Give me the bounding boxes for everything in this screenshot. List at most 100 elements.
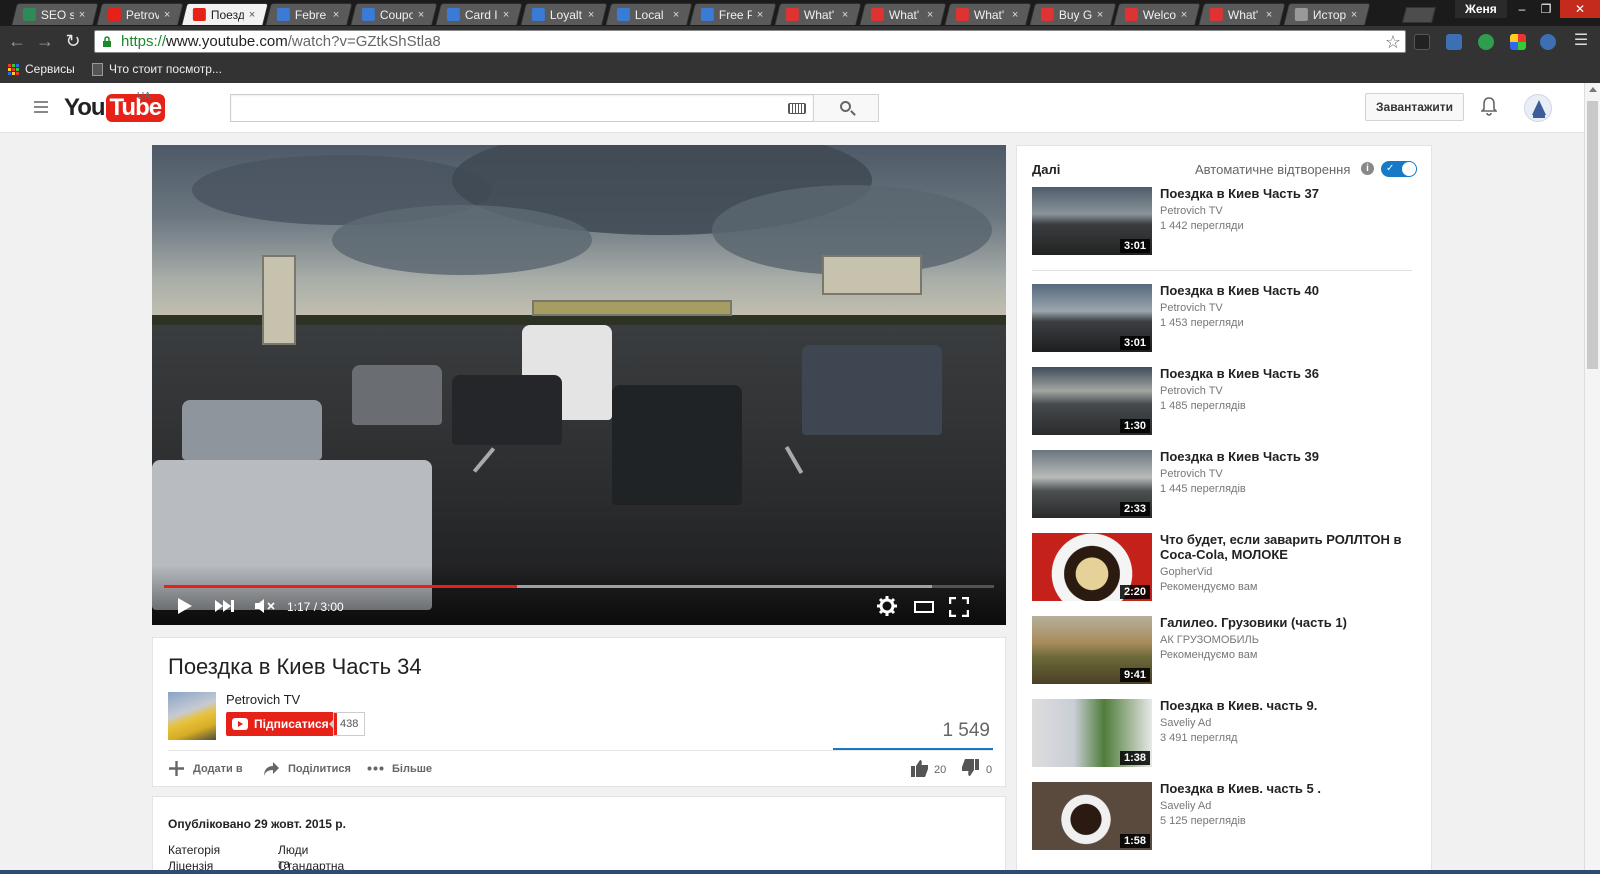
extension-screen-icon[interactable] xyxy=(1446,34,1462,50)
video-title-link[interactable]: Поездка в Киев Часть 39 xyxy=(1160,449,1410,464)
browser-tab[interactable]: Welco × xyxy=(1113,3,1201,25)
browser-tab[interactable]: What' × xyxy=(1198,3,1286,25)
tab-close-icon[interactable]: × xyxy=(1266,9,1276,21)
muted-volume-icon[interactable] xyxy=(255,598,277,614)
video-title-link[interactable]: Поездка в Киев. часть 5 . xyxy=(1160,781,1410,796)
scrollbar-thumb[interactable] xyxy=(1587,101,1598,369)
extension-globe-icon[interactable] xyxy=(1478,34,1494,50)
video-title-link[interactable]: Поездка в Киев Часть 37 xyxy=(1160,186,1410,201)
tab-close-icon[interactable]: × xyxy=(1012,9,1022,21)
tab-close-icon[interactable]: × xyxy=(1181,9,1191,21)
channel-name-link[interactable]: Petrovich TV xyxy=(226,692,300,707)
video-title-link[interactable]: Поездка в Киев Часть 36 xyxy=(1160,366,1410,381)
related-video[interactable]: 1:30 Поездка в Киев Часть 36 Petrovich TV 1… xyxy=(1032,366,1422,437)
back-icon[interactable]: ← xyxy=(6,31,28,53)
restore-icon[interactable]: ❐ xyxy=(1534,0,1558,18)
related-video[interactable]: 1:58 Поездка в Киев. часть 5 . Saveliy Ad 5… xyxy=(1032,781,1422,852)
more-button[interactable]: Більше xyxy=(367,760,432,777)
video-title-link[interactable]: Поездка в Киев. часть 9. xyxy=(1160,698,1410,713)
tab-close-icon[interactable]: × xyxy=(1097,9,1107,21)
tab-close-icon[interactable]: × xyxy=(673,9,683,21)
tab-close-icon[interactable]: × xyxy=(1351,9,1361,21)
tab-close-icon[interactable]: × xyxy=(588,9,598,21)
browser-tab[interactable]: Local × xyxy=(605,3,693,25)
next-video-icon[interactable] xyxy=(215,600,235,612)
account-avatar[interactable] xyxy=(1524,94,1552,122)
tab-close-icon[interactable]: × xyxy=(927,9,937,21)
up-next-video[interactable]: 3:01 Поездка в Киев Часть 37 Petrovich T… xyxy=(1032,186,1422,257)
video-thumbnail[interactable]: 2:20 xyxy=(1032,533,1152,601)
related-video[interactable]: 2:20 Что будет, если заварить РОЛЛТОН в C… xyxy=(1032,532,1422,603)
fullscreen-icon[interactable] xyxy=(949,597,969,617)
extension-puzzle-icon[interactable] xyxy=(1510,34,1526,50)
video-thumbnail[interactable]: 1:58 xyxy=(1032,782,1152,850)
new-tab-button[interactable] xyxy=(1402,7,1436,23)
browser-tab[interactable]: Loyalt × xyxy=(520,3,608,25)
browser-tab[interactable]: What' × xyxy=(944,3,1032,25)
video-title-link[interactable]: Галилео. Грузовики (часть 1) xyxy=(1160,615,1410,630)
theater-mode-icon[interactable] xyxy=(914,601,934,613)
subscribe-button[interactable]: Підписатися xyxy=(226,712,337,736)
video-thumbnail[interactable]: 9:41 xyxy=(1032,616,1152,684)
search-button[interactable] xyxy=(813,94,879,122)
search-input[interactable] xyxy=(230,94,814,122)
tab-close-icon[interactable]: × xyxy=(757,9,767,21)
info-icon[interactable]: i xyxy=(1361,162,1374,175)
autoplay-toggle[interactable]: ✓ xyxy=(1381,161,1417,177)
video-thumbnail[interactable]: 1:38 xyxy=(1032,699,1152,767)
browser-tab[interactable]: SEO sp × xyxy=(11,3,99,25)
reload-icon[interactable]: ↻ xyxy=(62,31,84,53)
browser-tab[interactable]: What' × xyxy=(774,3,862,25)
tab-close-icon[interactable]: × xyxy=(249,9,259,21)
video-title-link[interactable]: Поездка в Киев Часть 40 xyxy=(1160,283,1410,298)
channel-avatar[interactable] xyxy=(168,692,216,740)
tab-close-icon[interactable]: × xyxy=(79,9,89,21)
bookmark-page[interactable]: Что стоит посмотр... xyxy=(92,62,222,76)
notifications-bell-icon[interactable] xyxy=(1481,96,1497,116)
scroll-up-icon[interactable] xyxy=(1589,87,1597,92)
play-icon[interactable] xyxy=(178,598,192,614)
browser-menu-icon[interactable]: ☰ xyxy=(1570,31,1592,53)
related-video[interactable]: 9:41 Галилео. Грузовики (часть 1) АК ГРУЗО… xyxy=(1032,615,1422,686)
extension-badge-icon[interactable] xyxy=(1540,34,1556,50)
bookmark-apps[interactable]: Сервисы xyxy=(8,62,75,76)
tab-close-icon[interactable]: × xyxy=(418,9,428,21)
share-button[interactable]: Поділитися xyxy=(263,760,351,777)
thumbs-down-icon[interactable] xyxy=(961,759,979,777)
video-thumbnail[interactable]: 2:33 xyxy=(1032,450,1152,518)
related-video[interactable]: 2:33 Поездка в Киев Часть 39 Petrovich TV 1… xyxy=(1032,449,1422,520)
guide-menu-icon[interactable] xyxy=(34,101,48,116)
tab-close-icon[interactable]: × xyxy=(333,9,343,21)
video-title-link[interactable]: Что будет, если заварить РОЛЛТОН в Coca-… xyxy=(1160,532,1410,562)
browser-tab[interactable]: What' × xyxy=(859,3,947,25)
tab-close-icon[interactable]: × xyxy=(164,9,174,21)
video-player[interactable]: 1:17 / 3:00 xyxy=(152,145,1006,625)
keyboard-icon[interactable] xyxy=(788,103,806,114)
tab-close-icon[interactable]: × xyxy=(503,9,513,21)
browser-tab[interactable]: Истор × xyxy=(1283,3,1371,25)
browser-tab[interactable]: Buy G × xyxy=(1029,3,1117,25)
add-to-button[interactable]: Додати в xyxy=(168,760,243,777)
seek-bar[interactable] xyxy=(164,585,994,588)
related-video[interactable]: 3:01 Поездка в Киев Часть 40 Petrovich TV 1… xyxy=(1032,283,1422,354)
browser-tab[interactable]: Coupo × xyxy=(350,3,438,25)
page-scrollbar[interactable] xyxy=(1584,83,1600,870)
bookmark-star-icon[interactable]: ☆ xyxy=(1385,31,1401,53)
browser-tab[interactable]: Free P × xyxy=(689,3,777,25)
address-bar[interactable]: https://www.youtube.com/watch?v=GZtkShSt… xyxy=(94,30,1406,53)
youtube-logo[interactable]: You Tube UA xyxy=(64,91,166,123)
settings-gear-icon[interactable] xyxy=(877,596,897,616)
forward-icon[interactable]: → xyxy=(34,31,56,53)
minimize-icon[interactable]: – xyxy=(1510,0,1534,18)
close-window-icon[interactable]: ✕ xyxy=(1560,0,1600,18)
thumbs-up-icon[interactable] xyxy=(911,759,929,777)
browser-tab[interactable]: Поезд × xyxy=(181,3,269,25)
browser-tab[interactable]: Card I × xyxy=(435,3,523,25)
extension-cast-icon[interactable] xyxy=(1414,34,1430,50)
video-thumbnail[interactable]: 3:01 xyxy=(1032,187,1152,255)
related-video[interactable]: 1:38 Поездка в Киев. часть 9. Saveliy Ad 3 … xyxy=(1032,698,1422,769)
tab-close-icon[interactable]: × xyxy=(842,9,852,21)
browser-tab[interactable]: Petrov × xyxy=(96,3,184,25)
browser-tab[interactable]: Febre × xyxy=(265,3,353,25)
upload-button[interactable]: Завантажити xyxy=(1365,93,1465,121)
